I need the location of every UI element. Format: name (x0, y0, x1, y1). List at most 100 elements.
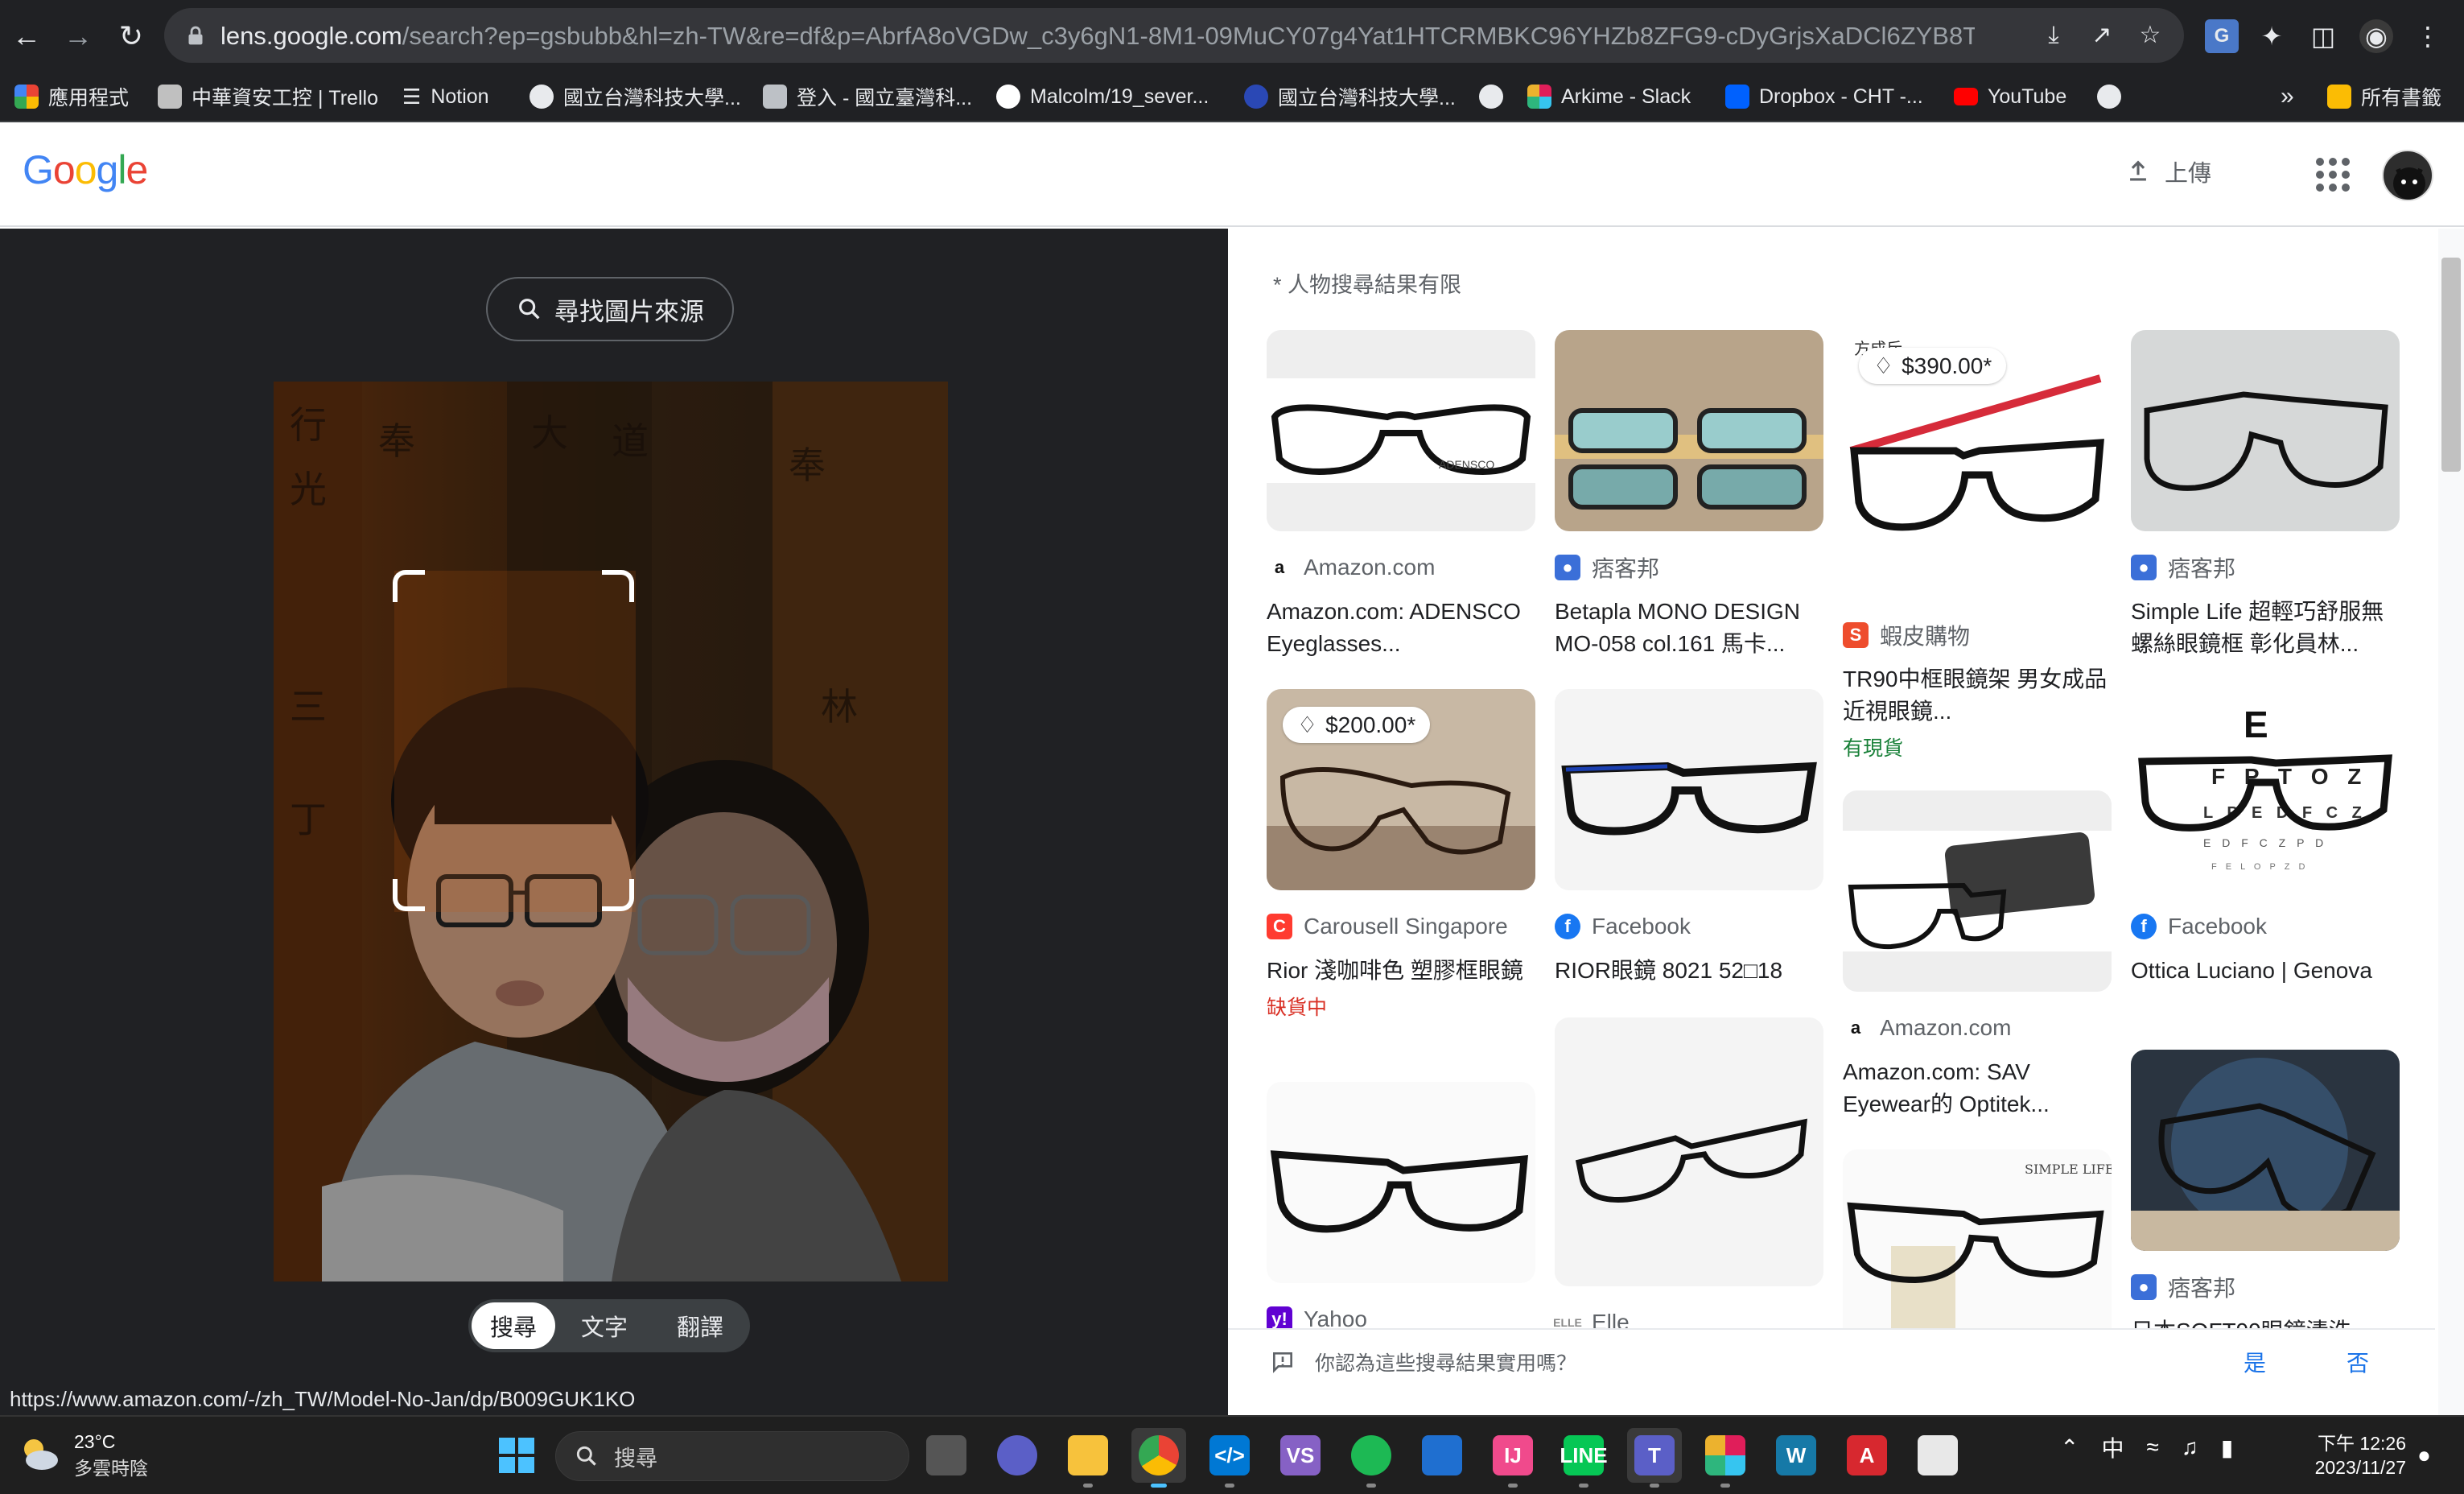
result-card[interactable]: ADENSCO a Amazon.com Amazon.com: ADENSCO … (1267, 330, 1535, 660)
taskbar-acrobat[interactable]: A (1840, 1428, 1894, 1483)
people-search-note: * 人物搜尋結果有限 (1273, 273, 1462, 297)
result-title: TR90中框眼鏡架 男女成品近視眼鏡... (1843, 667, 2108, 724)
volume-icon[interactable]: ♫ (2182, 1434, 2198, 1460)
bookmark-ntust-2[interactable]: 國立台灣科技大學... (1244, 79, 1456, 114)
ime-indicator[interactable]: 中 (2101, 1431, 2124, 1463)
taskbar-intellij[interactable]: IJ (1485, 1428, 1540, 1488)
source-name: 痞客邦 (2168, 556, 2236, 581)
forward-icon[interactable]: → (60, 18, 97, 55)
side-panel-icon[interactable]: ◫ (2306, 19, 2340, 53)
bookmark-star-icon[interactable]: ☆ (2136, 21, 2165, 50)
carousell-icon: C (1267, 914, 1292, 939)
taskbar-visual-studio[interactable]: VS (1273, 1428, 1328, 1483)
tab-translate[interactable]: 翻譯 (653, 1302, 747, 1349)
share-icon[interactable]: ↗ (2087, 21, 2116, 50)
snipping-tool-icon (1918, 1435, 1958, 1475)
taskbar-chat[interactable] (990, 1428, 1045, 1483)
bookmark-notion[interactable]: ☰ Notion (402, 79, 489, 114)
google-apps-icon[interactable] (2314, 156, 2351, 193)
feedback-no-button[interactable]: 否 (2347, 1346, 2369, 1378)
brand-text: ADENSCO (1439, 458, 1494, 471)
extensions-icon[interactable]: ✦ (2255, 19, 2289, 53)
translate-extension-icon[interactable]: G (2205, 19, 2239, 53)
taskbar-file-explorer[interactable] (1061, 1428, 1115, 1488)
taskbar-app-sail[interactable] (1415, 1428, 1469, 1483)
back-icon[interactable]: ← (8, 18, 45, 55)
bookmark-trello[interactable]: 中華資安工控 | Trello (158, 79, 378, 114)
upload-button[interactable]: 上傳 (2124, 155, 2211, 188)
wifi-icon[interactable]: ≈ (2146, 1434, 2158, 1460)
clock[interactable]: 下午 12:26 2023/11/27 (2301, 1431, 2406, 1480)
source-name: Amazon.com (1880, 1015, 2012, 1040)
bookmark-ntust-1[interactable]: 國立台灣科技大學... (529, 79, 741, 114)
result-card[interactable]: f Facebook RIOR眼鏡 8021 52□18 (1555, 689, 1823, 987)
result-card[interactable]: y! Yahoo (1267, 1082, 1535, 1333)
bookmark-dropbox[interactable]: Dropbox - CHT -... (1725, 79, 1923, 114)
dropbox-icon (1725, 85, 1749, 109)
result-source: a Amazon.com (1843, 1014, 2112, 1042)
taskbar-search[interactable]: 搜尋 (555, 1431, 909, 1481)
result-card[interactable]: 方成斥 ♢$390.00* S蝦皮購物 TR90中框眼鏡架 男女成品近視眼鏡..… (1843, 330, 2112, 761)
reload-icon[interactable]: ↻ (113, 18, 150, 55)
avatar[interactable] (2382, 150, 2433, 201)
github-icon (996, 85, 1020, 109)
taskbar-slack[interactable] (1698, 1428, 1753, 1488)
bookmark-ntu-login[interactable]: 登入 - 國立臺灣科... (763, 79, 972, 114)
feedback-yes-button[interactable]: 是 (2244, 1346, 2266, 1378)
scrollbar-thumb[interactable] (2441, 258, 2461, 472)
install-icon[interactable]: ⤓ (2039, 21, 2068, 50)
result-card[interactable]: ELLE Elle (1553, 1017, 1823, 1336)
lens-search-icon (519, 299, 540, 320)
notification-bell-icon[interactable]: ● (2417, 1442, 2431, 1468)
tab-text[interactable]: 文字 (555, 1302, 653, 1349)
tab-search[interactable]: 搜尋 (472, 1302, 555, 1349)
price-tag: ♢ $200.00* (1283, 707, 1431, 743)
task-view-button[interactable] (919, 1428, 974, 1483)
result-card[interactable]: ● 痞客邦 Betapla MONO DESIGN MO-058 col.161 … (1555, 330, 1823, 660)
taskbar-chrome[interactable] (1131, 1428, 1186, 1488)
bookmark-label: 中華資安工控 | Trello (192, 87, 378, 109)
start-button[interactable] (489, 1428, 544, 1483)
result-card[interactable]: SIMPLE LIFE (1843, 1149, 2112, 1351)
google-logo[interactable]: Google (23, 147, 148, 193)
bookmark-github[interactable]: Malcolm/19_sever... (996, 79, 1209, 114)
taskbar-wireshark[interactable]: W (1769, 1428, 1823, 1483)
result-source: f Facebook (1555, 913, 1823, 940)
chevron-up-icon[interactable]: ⌃ (2060, 1434, 2079, 1461)
result-card[interactable]: ♢ $200.00* C Carousell Singapore Rior 淺咖啡色… (1267, 689, 1535, 1021)
apps-grid-icon (14, 85, 39, 109)
bookmark-apps[interactable]: 應用程式 (14, 79, 129, 114)
bookmark-label: Malcolm/19_sever... (1030, 85, 1209, 108)
result-card[interactable]: E F P T O Z L P E D F C Z E D F C Z P D … (2131, 689, 2400, 987)
result-card[interactable]: a Amazon.com Amazon.com: SAV Eyewear的 Opt… (1843, 790, 2112, 1120)
chrome-icon (1139, 1435, 1179, 1475)
weather-widget[interactable]: 23°C 多雲時陰 (16, 1431, 148, 1480)
address-bar[interactable]: lens.google.com/search?ep=gsbubb&hl=zh-T… (164, 8, 2184, 63)
taskbar-line[interactable]: LINE (1556, 1428, 1611, 1488)
more-bookmarks-chevron-icon[interactable]: » (2281, 79, 2294, 114)
trello-icon (158, 85, 182, 109)
profile-icon[interactable]: ◉ (2359, 19, 2393, 53)
bookmark-youtube[interactable]: YouTube (1954, 79, 2066, 114)
find-image-source-button[interactable]: 尋找圖片來源 (486, 277, 734, 341)
battery-icon[interactable]: ▮ (2221, 1434, 2233, 1461)
result-source: ● 痞客邦 (1555, 554, 1823, 581)
source-name: Carousell Singapore (1304, 914, 1508, 939)
taskbar-vscode[interactable]: </> (1202, 1428, 1257, 1488)
bookmark-globe[interactable] (1479, 79, 1503, 114)
price-text: $200.00* (1325, 712, 1416, 737)
taskbar-teams[interactable]: T (1627, 1428, 1682, 1488)
result-card[interactable]: ●痞客邦 日本SOFT99眼鏡清洗 (2131, 1050, 2400, 1347)
face-crop-selector[interactable] (393, 570, 634, 911)
taskbar-snipping[interactable] (1910, 1428, 1965, 1483)
result-card[interactable]: ● 痞客邦 Simple Life 超輕巧舒服無螺絲眼鏡框 彰化員林... (2131, 330, 2400, 660)
result-source: a Amazon.com (1267, 554, 1535, 581)
svg-text:E: E (2244, 704, 2268, 745)
menu-kebab-icon[interactable]: ⋮ (2411, 19, 2445, 53)
bookmark-globe-2[interactable] (2097, 79, 2121, 114)
bookmark-all-bookmarks[interactable]: 所有書籤 (2327, 79, 2441, 114)
taskbar-spotify[interactable] (1344, 1428, 1399, 1488)
bookmark-slack[interactable]: Arkime - Slack (1527, 79, 1691, 114)
result-thumbnail: SIMPLE LIFE (1843, 1149, 2112, 1351)
image-preview-pane: 尋找圖片來源 行光奉大道奉林奉三丁 (0, 229, 1228, 1415)
